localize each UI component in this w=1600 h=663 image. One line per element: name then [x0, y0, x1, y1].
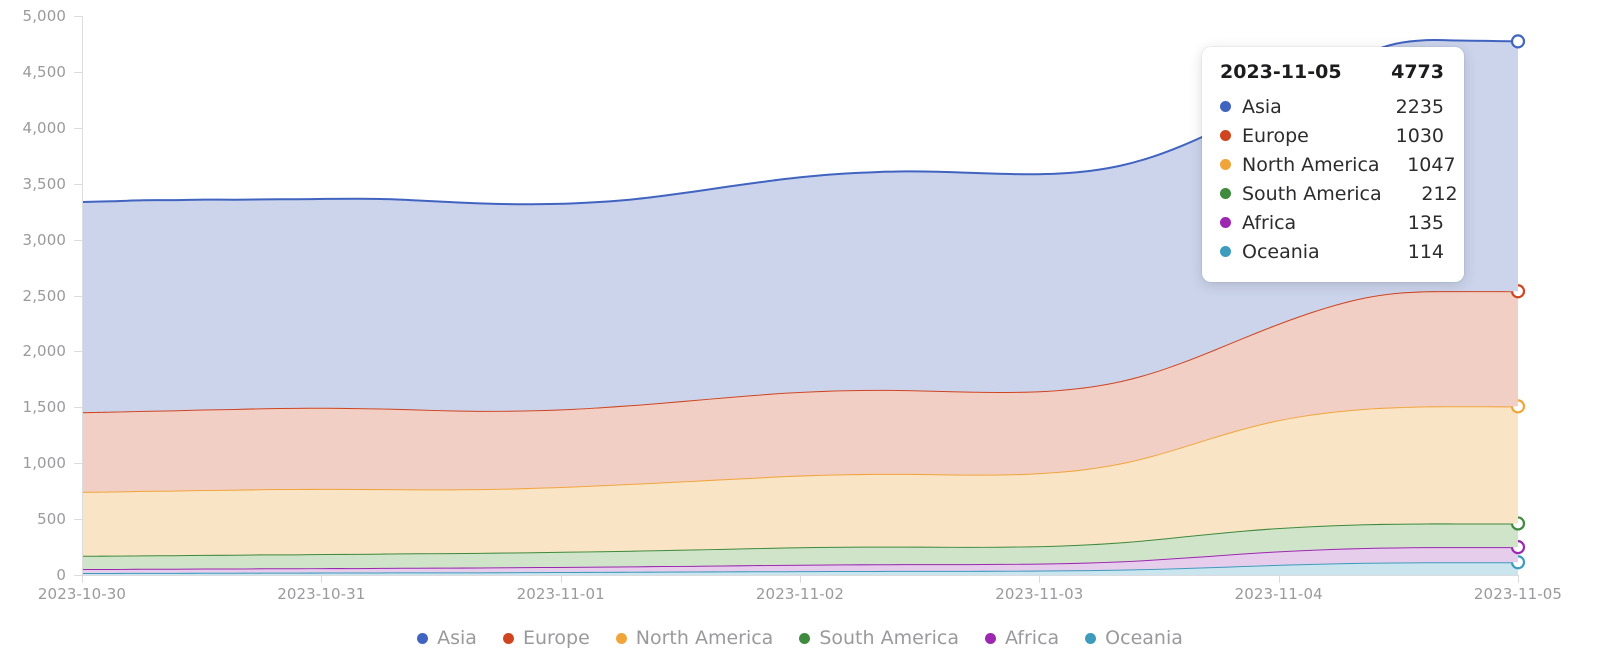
legend-label: Asia	[437, 627, 477, 649]
tooltip-series-name: Asia	[1242, 95, 1282, 118]
y-axis-label: 0	[56, 566, 66, 584]
tooltip-row: Africa 135	[1220, 208, 1444, 237]
series-color-dot-icon	[1220, 159, 1231, 170]
endpoint-marker-asia[interactable]	[1510, 34, 1526, 49]
tooltip-date: 2023-11-05	[1220, 61, 1342, 83]
tooltip-header: 2023-11-05 4773	[1220, 61, 1444, 83]
tooltip-series-name: South America	[1242, 182, 1382, 205]
legend-color-dot-icon	[984, 632, 996, 644]
x-axis-label: 2023-11-01	[516, 585, 605, 603]
y-axis-label: 5,000	[22, 7, 66, 25]
y-axis-label: 3,000	[22, 230, 66, 249]
x-axis-label: 2023-11-04	[1234, 585, 1323, 603]
tooltip-row: North America 1047	[1220, 150, 1456, 179]
x-axis-tick	[1518, 575, 1519, 583]
x-axis-label: 2023-11-05	[1473, 585, 1563, 603]
legend-color-dot-icon	[1085, 632, 1097, 644]
y-axis-tick	[74, 239, 82, 241]
y-axis-label: 4,000	[22, 118, 66, 137]
tooltip-series-value: 2235	[1395, 95, 1444, 118]
y-axis-tick	[74, 183, 82, 185]
series-color-dot-icon	[1220, 130, 1231, 141]
legend-color-dot-icon	[502, 632, 514, 644]
tooltip-series-name: Europe	[1242, 124, 1309, 147]
legend-label: Europe	[522, 627, 590, 649]
tooltip-series-value: 212	[1421, 182, 1458, 205]
tooltip-series-value: 1030	[1395, 124, 1444, 147]
legend-item-africa[interactable]: Africa	[984, 627, 1060, 649]
x-axis-tick	[1278, 575, 1280, 583]
x-axis-label: 2023-10-30	[37, 585, 127, 603]
y-axis-label: 3,500	[22, 174, 66, 193]
tooltip-row: Oceania 114	[1220, 237, 1444, 266]
series-color-dot-icon	[1220, 101, 1231, 112]
y-axis-label: 4,500	[22, 62, 66, 81]
series-color-dot-icon	[1220, 188, 1231, 199]
tooltip-rows: Asia 2235 Europe 1030 North America 1047 South…	[1220, 92, 1458, 266]
legend-item-oceania[interactable]: Oceania	[1085, 627, 1183, 649]
x-axis-tick	[82, 575, 83, 583]
y-axis-tick	[74, 463, 82, 465]
y-axis-label: 1,000	[22, 454, 66, 473]
tooltip-row: Europe 1030	[1220, 121, 1444, 150]
stacked-area-chart: 0 500 1,000 1,500 2,000 2,500 3,000 3,500 4,000 4…	[0, 0, 1600, 663]
tooltip-total: 4773	[1391, 61, 1444, 83]
y-axis-tick	[74, 519, 82, 521]
tooltip-series-value: 135	[1407, 211, 1444, 234]
x-axis-label: 2023-11-03	[995, 585, 1084, 603]
legend-label: Oceania	[1105, 627, 1183, 649]
x-axis-label: 2023-10-31	[277, 585, 366, 603]
legend-item-asia[interactable]: Asia	[417, 627, 477, 649]
y-axis-tick	[74, 127, 82, 129]
y-axis-tick	[74, 407, 82, 409]
legend-color-dot-icon	[799, 632, 811, 644]
legend-color-dot-icon	[417, 632, 429, 644]
series-color-dot-icon	[1220, 246, 1231, 257]
y-axis-tick	[74, 71, 82, 73]
x-axis-tick	[800, 575, 801, 583]
y-axis-label: 500	[37, 510, 66, 529]
y-axis-label: 2,500	[22, 286, 66, 305]
x-axis-tick	[560, 575, 562, 583]
tooltip-series-value: 1047	[1407, 153, 1456, 176]
tooltip-series-name: Africa	[1242, 211, 1297, 234]
y-axis-tick	[74, 16, 82, 17]
legend-label: North America	[635, 627, 774, 649]
legend-item-europe[interactable]: Europe	[502, 627, 590, 649]
x-axis-tick	[321, 575, 323, 583]
legend-label: South America	[819, 627, 959, 649]
series-color-dot-icon	[1220, 217, 1231, 228]
legend-item-north-america[interactable]: North America	[615, 627, 774, 649]
y-axis-line	[82, 16, 83, 575]
chart-legend: Asia Europe North America South America Afri…	[0, 627, 1600, 649]
tooltip-series-name: Oceania	[1242, 240, 1320, 263]
legend-color-dot-icon	[615, 632, 627, 644]
x-axis-label: 2023-11-02	[755, 585, 845, 603]
tooltip-row: Asia 2235	[1220, 92, 1444, 121]
y-axis-label: 1,500	[22, 398, 66, 417]
y-axis-tick	[74, 351, 82, 353]
tooltip-row: South America 212	[1220, 179, 1458, 208]
tooltip-series-name: North America	[1242, 153, 1380, 176]
legend-label: Africa	[1004, 627, 1060, 649]
legend-item-south-america[interactable]: South America	[799, 627, 959, 649]
tooltip-series-value: 114	[1407, 240, 1444, 263]
y-axis-tick	[74, 295, 82, 297]
x-axis-tick	[1039, 575, 1041, 583]
y-axis-tick	[74, 575, 82, 576]
chart-tooltip: 2023-11-05 4773 Asia 2235 Europe 1030 North …	[1202, 47, 1464, 282]
y-axis-label: 2,000	[22, 342, 66, 361]
